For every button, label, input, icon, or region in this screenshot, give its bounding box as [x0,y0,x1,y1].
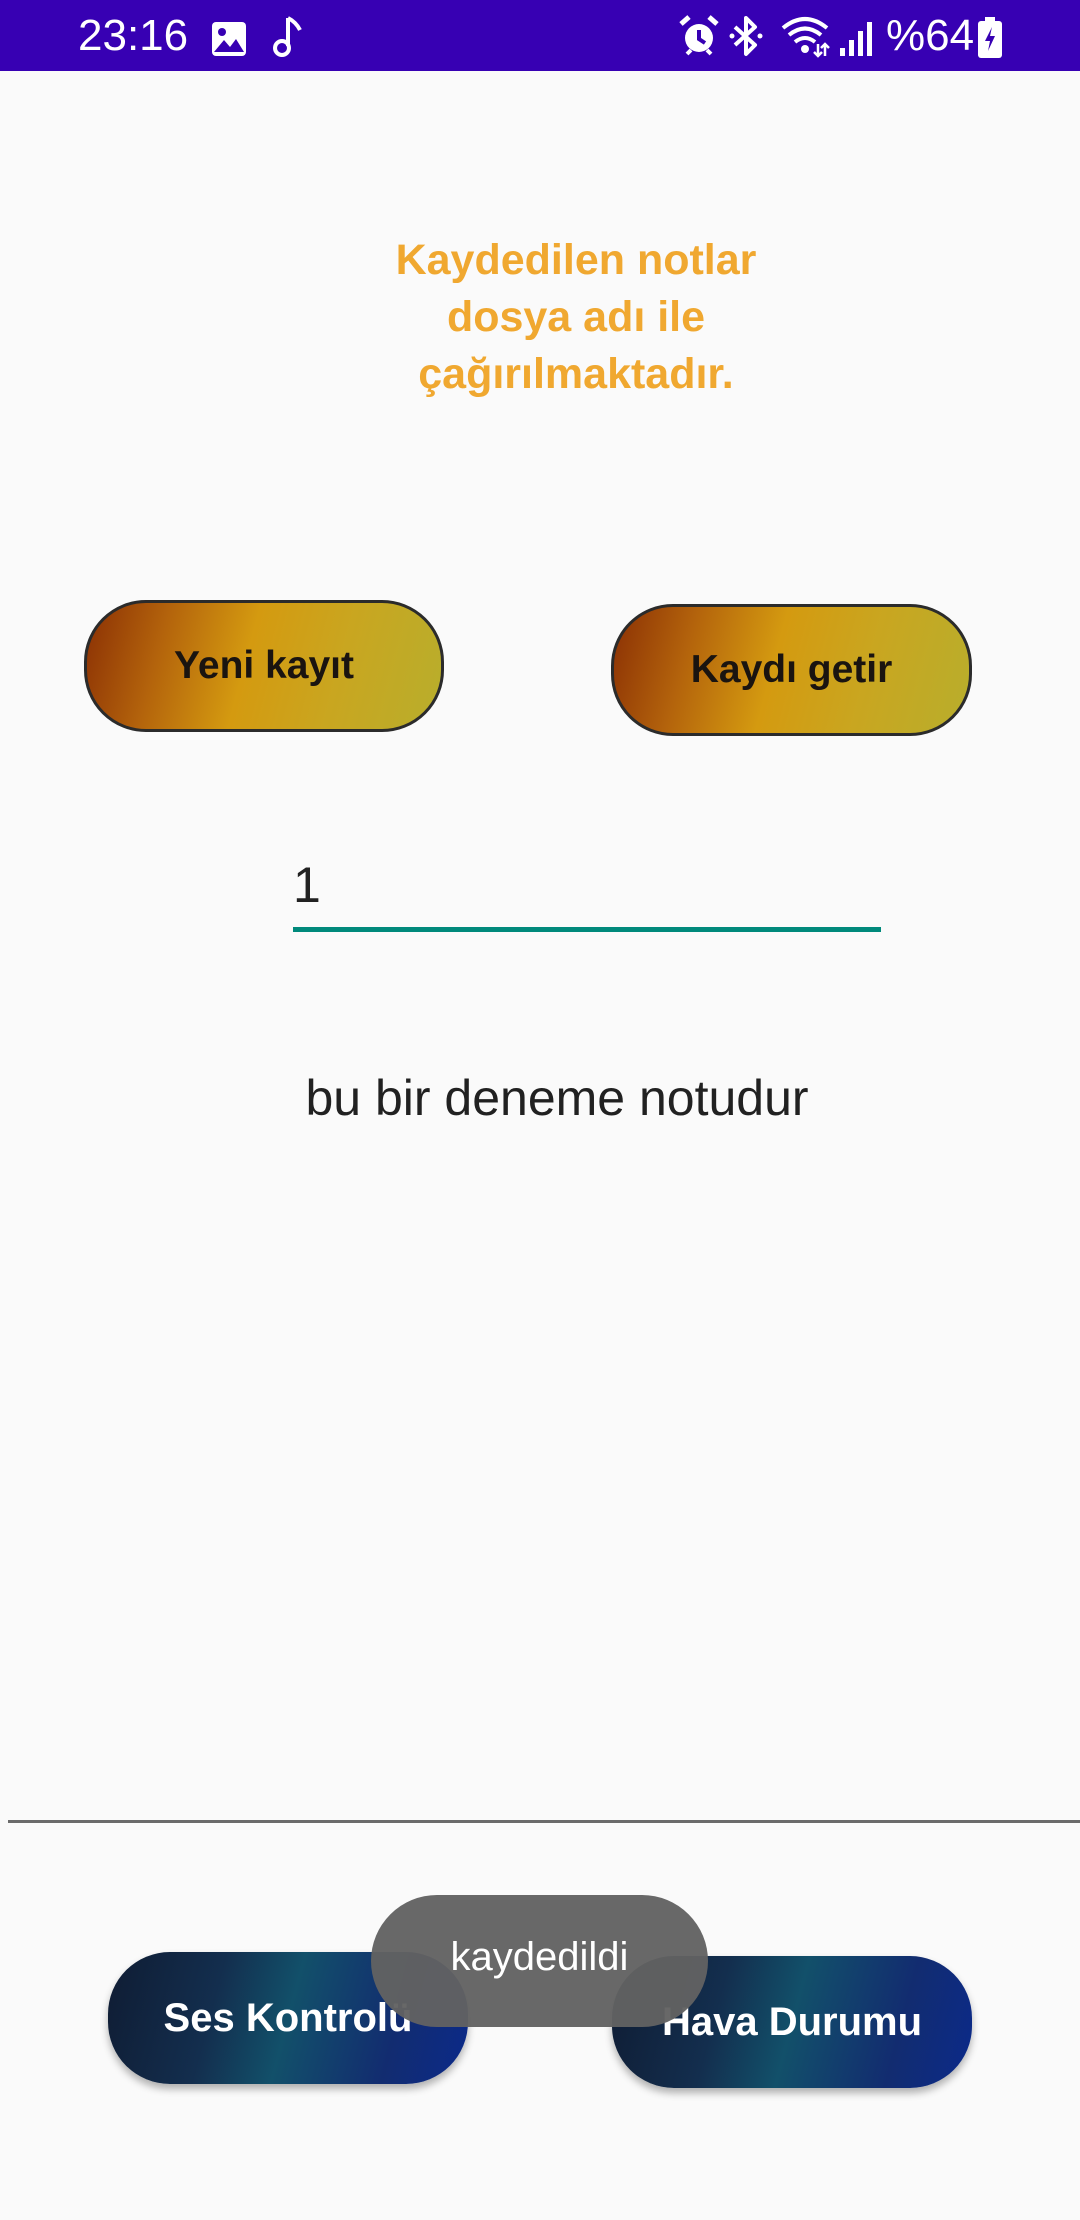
new-record-button-label: Yeni kayıt [174,644,354,687]
music-note-icon [273,16,302,57]
wifi-icon [781,17,830,58]
saved-toast: kaydedildi [371,1895,708,2027]
heading-line-2: dosya adı ile [446,293,706,341]
toast-text: kaydedildi [450,1934,629,1979]
sound-control-button-label: Ses Kontrolü [163,1995,413,2040]
file-name-input[interactable] [293,848,881,932]
status-time: 23:16 [78,11,189,60]
battery-percentage: %64 [886,11,975,60]
bluetooth-icon [729,16,763,56]
app-screen: 23:16 %64 Kaydedilen notlar dosya adı il… [0,0,1080,2220]
heading-line-1: Kaydedilen notlar [395,236,757,284]
status-bar: 23:16 %64 [0,0,1080,71]
fetch-record-button-label: Kaydı getir [690,648,893,691]
new-record-button[interactable]: Yeni kayıt [84,600,444,732]
alarm-icon [679,15,719,56]
fetch-record-button[interactable]: Kaydı getir [611,604,972,736]
gallery-icon [212,22,246,56]
note-content-text: bu bir deneme notudur [305,1070,809,1126]
battery-icon [978,17,1002,58]
weather-button-label: Hava Durumu [661,1999,923,2044]
info-heading: Kaydedilen notlar dosya adı ile çağırılm… [290,232,862,403]
divider [8,1820,1080,1823]
signal-icon [840,22,872,56]
heading-line-3: çağırılmaktadır. [418,350,734,398]
